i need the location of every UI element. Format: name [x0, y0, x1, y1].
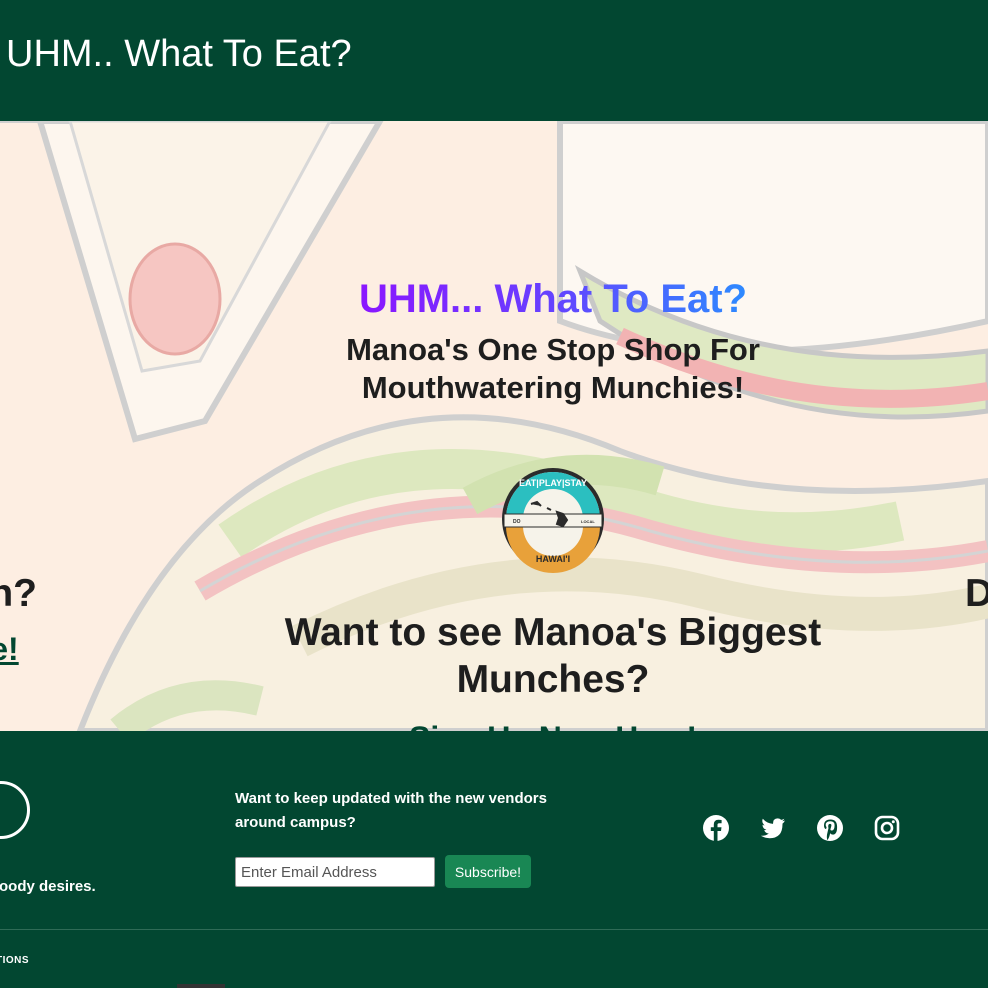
- pinterest-icon[interactable]: [816, 814, 844, 842]
- hero-section: UHM... What To Eat? Manoa's One Stop Sho…: [0, 121, 988, 731]
- newsletter-prompt: Want to keep updated with the new vendor…: [235, 790, 547, 831]
- hero-subtitle: Manoa's One Stop Shop For Mouthwatering …: [346, 332, 760, 405]
- facebook-icon[interactable]: [702, 814, 730, 842]
- eat-play-stay-hawaii-logo: EAT|PLAY|STAY DO LOCAL HAWAI'I: [502, 468, 604, 573]
- badge-top-text: EAT|PLAY|STAY: [519, 478, 587, 488]
- subscribe-button[interactable]: Subscribe!: [445, 855, 531, 888]
- footer-divider: [0, 929, 988, 930]
- footer-bottom-tab: [177, 984, 225, 988]
- footer: foody desires. Want to keep updated with…: [0, 731, 988, 988]
- badge-bottom-text: HAWAI'I: [536, 554, 570, 564]
- footer-bottom-link[interactable]: TIONS: [0, 955, 29, 966]
- dinner-question: D: [965, 572, 988, 615]
- top-navbar: UHM.. What To Eat?: [0, 0, 988, 121]
- footer-tagline: foody desires.: [0, 878, 96, 895]
- footer-logo: [0, 781, 30, 839]
- lunch-question: unch?: [0, 572, 37, 615]
- lunch-link[interactable]: ere!: [0, 630, 19, 668]
- signup-question: Want to see Manoa's Biggest Munches?: [284, 611, 822, 701]
- sign-up-link[interactable]: Sign Up Now Here!: [409, 719, 697, 731]
- hero-title: UHM... What To Eat?: [358, 277, 748, 321]
- badge-right-text: LOCAL: [581, 519, 595, 524]
- twitter-icon[interactable]: [759, 814, 787, 842]
- instagram-icon[interactable]: [873, 814, 901, 842]
- badge-left-text: DO: [513, 519, 521, 525]
- email-input[interactable]: [235, 857, 435, 887]
- navbar-brand[interactable]: UHM.. What To Eat?: [6, 32, 352, 76]
